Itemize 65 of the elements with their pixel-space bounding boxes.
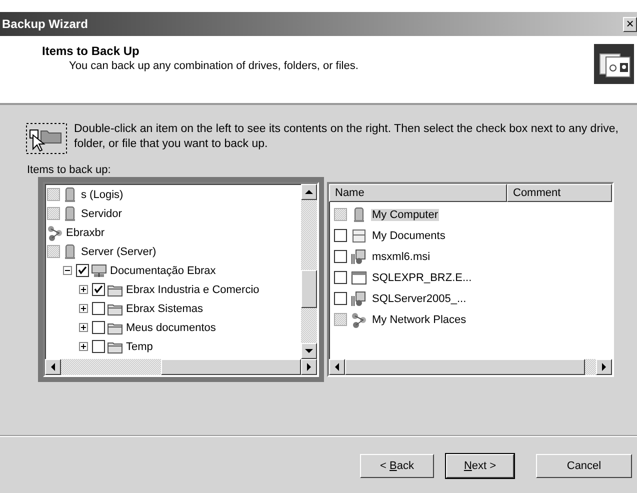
server-icon bbox=[62, 186, 78, 202]
scroll-up-button[interactable] bbox=[301, 184, 317, 200]
list-item[interactable]: My Computer bbox=[371, 208, 440, 220]
checkbox[interactable] bbox=[334, 229, 347, 242]
scroll-down-button[interactable] bbox=[301, 343, 317, 359]
window-title: Backup Wizard bbox=[2, 17, 88, 31]
server-icon bbox=[62, 244, 78, 260]
wizard-button[interactable]: < Back bbox=[360, 454, 434, 478]
shared-folder-icon bbox=[91, 262, 107, 278]
expand-toggle[interactable] bbox=[79, 323, 88, 332]
column-header[interactable]: Comment bbox=[507, 184, 612, 202]
tree-item[interactable]: Server (Server) bbox=[80, 246, 158, 258]
collapse-toggle[interactable] bbox=[63, 266, 72, 275]
expand-toggle[interactable] bbox=[79, 342, 88, 351]
list-item[interactable]: My Network Places bbox=[371, 314, 468, 326]
network-icon bbox=[351, 312, 367, 328]
computer-icon bbox=[351, 206, 367, 222]
checkbox[interactable] bbox=[334, 292, 347, 305]
checkbox[interactable] bbox=[334, 250, 347, 263]
tree-item[interactable]: Temp bbox=[125, 340, 154, 352]
scroll-right-button[interactable] bbox=[301, 359, 317, 375]
checkbox[interactable] bbox=[76, 264, 89, 277]
pointer-folder-icon bbox=[26, 123, 68, 155]
checkbox[interactable] bbox=[92, 321, 105, 334]
checkbox[interactable] bbox=[334, 271, 347, 284]
scroll-thumb[interactable] bbox=[161, 359, 301, 375]
list-item[interactable]: SQLServer2005_... bbox=[371, 292, 468, 304]
tree-item[interactable]: Servidor bbox=[80, 208, 123, 220]
horizontal-scrollbar[interactable] bbox=[45, 359, 317, 375]
expand-toggle[interactable] bbox=[79, 285, 88, 294]
installer-icon bbox=[351, 290, 367, 306]
column-header[interactable]: Name bbox=[329, 184, 507, 202]
network-icon bbox=[47, 224, 63, 240]
backup-tape-icon bbox=[594, 44, 634, 84]
tree-label: Items to back up: bbox=[27, 164, 112, 178]
list-item[interactable]: My Documents bbox=[371, 230, 446, 242]
list-item[interactable]: msxml6.msi bbox=[371, 250, 432, 262]
checkbox[interactable] bbox=[92, 302, 105, 315]
wizard-button[interactable]: Cancel bbox=[536, 454, 632, 478]
scroll-thumb[interactable] bbox=[345, 359, 585, 375]
page-title: Items to Back Up bbox=[42, 44, 140, 58]
tree-item[interactable]: Ebrax Sistemas bbox=[125, 302, 204, 314]
checkbox[interactable] bbox=[92, 283, 105, 296]
wizard-button[interactable]: Next > bbox=[446, 454, 514, 478]
vertical-scrollbar[interactable] bbox=[301, 184, 317, 359]
scroll-left-button[interactable] bbox=[45, 359, 61, 375]
installer-icon bbox=[351, 248, 367, 264]
instruction-text: Double-click an item on the left to see its contents on the right. Then select the check box next to any drive, folder, or file that you want to back up. bbox=[74, 122, 619, 152]
checkbox[interactable] bbox=[92, 340, 105, 353]
tree-item[interactable]: s (Logis) bbox=[80, 188, 124, 200]
tree-item[interactable]: Ebraxbr bbox=[65, 226, 106, 238]
close-button[interactable]: × bbox=[623, 16, 637, 32]
page-subtitle: You can back up any combination of drives, folders, or files. bbox=[68, 60, 358, 72]
expand-toggle[interactable] bbox=[79, 304, 88, 313]
tree-item[interactable]: Ebrax Industria e Comercio bbox=[125, 284, 260, 296]
program-icon bbox=[351, 270, 367, 286]
scroll-right-button[interactable] bbox=[596, 359, 612, 375]
scroll-thumb[interactable] bbox=[301, 270, 317, 308]
tree-item[interactable]: Meus documentos bbox=[125, 322, 217, 334]
tree-item[interactable]: Documentação Ebrax bbox=[109, 264, 217, 276]
list-item[interactable]: SQLEXPR_BRZ.E... bbox=[371, 272, 473, 284]
scroll-left-button[interactable] bbox=[329, 359, 345, 375]
horizontal-scrollbar[interactable] bbox=[329, 359, 612, 375]
documents-icon bbox=[351, 228, 367, 244]
server-icon bbox=[62, 206, 78, 222]
